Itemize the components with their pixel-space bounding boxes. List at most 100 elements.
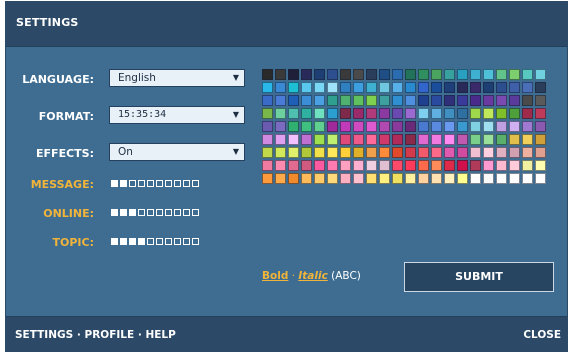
color-swatch[interactable]	[496, 134, 507, 145]
meter-segment[interactable]	[138, 180, 145, 187]
color-swatch[interactable]	[366, 121, 377, 132]
color-swatch[interactable]	[301, 108, 312, 119]
color-swatch[interactable]	[483, 108, 494, 119]
color-swatch[interactable]	[340, 134, 351, 145]
color-swatch[interactable]	[288, 121, 299, 132]
color-swatch[interactable]	[444, 147, 455, 158]
color-swatch[interactable]	[509, 108, 520, 119]
color-swatch[interactable]	[405, 69, 416, 80]
color-swatch[interactable]	[353, 134, 364, 145]
color-swatch[interactable]	[314, 147, 325, 158]
meter-segment[interactable]	[183, 180, 190, 187]
color-swatch[interactable]	[535, 134, 546, 145]
color-swatch[interactable]	[418, 121, 429, 132]
color-swatch[interactable]	[470, 82, 481, 93]
color-swatch[interactable]	[509, 160, 520, 171]
color-swatch[interactable]	[340, 160, 351, 171]
color-swatch[interactable]	[470, 95, 481, 106]
color-swatch[interactable]	[327, 108, 338, 119]
meter-segment[interactable]	[174, 209, 181, 216]
color-swatch[interactable]	[470, 108, 481, 119]
color-swatch[interactable]	[327, 95, 338, 106]
color-swatch[interactable]	[444, 160, 455, 171]
color-swatch[interactable]	[535, 121, 546, 132]
color-swatch[interactable]	[535, 82, 546, 93]
color-swatch[interactable]	[444, 95, 455, 106]
color-swatch[interactable]	[509, 134, 520, 145]
color-swatch[interactable]	[431, 108, 442, 119]
italic-link[interactable]: Italic	[298, 270, 327, 282]
color-swatch[interactable]	[496, 121, 507, 132]
color-swatch[interactable]	[288, 134, 299, 145]
color-swatch[interactable]	[353, 121, 364, 132]
color-swatch[interactable]	[340, 147, 351, 158]
color-swatch[interactable]	[496, 160, 507, 171]
color-swatch[interactable]	[327, 82, 338, 93]
color-swatch[interactable]	[509, 82, 520, 93]
color-swatch[interactable]	[457, 147, 468, 158]
meter-segment[interactable]	[147, 209, 154, 216]
color-swatch[interactable]	[327, 121, 338, 132]
color-swatch[interactable]	[509, 147, 520, 158]
meter-segment[interactable]	[138, 209, 145, 216]
color-swatch[interactable]	[418, 108, 429, 119]
color-swatch[interactable]	[353, 82, 364, 93]
color-swatch[interactable]	[522, 121, 533, 132]
format-select[interactable]: 15:35:34 ▼	[109, 106, 245, 124]
color-swatch[interactable]	[405, 160, 416, 171]
color-swatch[interactable]	[431, 160, 442, 171]
bold-link[interactable]: Bold	[262, 270, 288, 282]
color-swatch[interactable]	[379, 82, 390, 93]
color-swatch[interactable]	[418, 82, 429, 93]
color-swatch[interactable]	[262, 108, 273, 119]
color-swatch[interactable]	[418, 134, 429, 145]
color-swatch[interactable]	[275, 95, 286, 106]
color-swatch[interactable]	[379, 108, 390, 119]
color-swatch[interactable]	[366, 108, 377, 119]
color-swatch[interactable]	[340, 121, 351, 132]
color-swatch[interactable]	[301, 173, 312, 184]
color-swatch[interactable]	[353, 173, 364, 184]
footer-profile-link[interactable]: PROFILE	[85, 329, 135, 341]
color-swatch[interactable]	[366, 69, 377, 80]
meter-segment[interactable]	[165, 209, 172, 216]
meter-segment[interactable]	[156, 238, 163, 245]
color-swatch[interactable]	[327, 134, 338, 145]
color-swatch[interactable]	[483, 147, 494, 158]
color-swatch[interactable]	[496, 82, 507, 93]
color-swatch[interactable]	[418, 69, 429, 80]
color-swatch[interactable]	[522, 134, 533, 145]
color-swatch[interactable]	[496, 69, 507, 80]
color-swatch[interactable]	[288, 160, 299, 171]
color-swatch[interactable]	[457, 95, 468, 106]
color-swatch[interactable]	[405, 134, 416, 145]
color-swatch[interactable]	[262, 134, 273, 145]
meter-segment[interactable]	[129, 209, 136, 216]
color-swatch[interactable]	[431, 82, 442, 93]
color-swatch[interactable]	[509, 121, 520, 132]
color-swatch[interactable]	[314, 95, 325, 106]
color-swatch[interactable]	[275, 160, 286, 171]
color-swatch[interactable]	[431, 147, 442, 158]
color-swatch[interactable]	[431, 173, 442, 184]
color-swatch[interactable]	[392, 121, 403, 132]
color-swatch[interactable]	[522, 108, 533, 119]
color-swatch[interactable]	[457, 160, 468, 171]
color-swatch[interactable]	[405, 108, 416, 119]
color-swatch[interactable]	[288, 108, 299, 119]
color-swatch[interactable]	[366, 134, 377, 145]
color-swatch[interactable]	[431, 121, 442, 132]
color-swatch[interactable]	[444, 108, 455, 119]
color-swatch[interactable]	[301, 160, 312, 171]
color-swatch[interactable]	[392, 147, 403, 158]
color-swatch[interactable]	[392, 69, 403, 80]
footer-help-link[interactable]: HELP	[145, 329, 175, 341]
color-swatch[interactable]	[314, 173, 325, 184]
color-swatch[interactable]	[288, 69, 299, 80]
footer-settings-link[interactable]: SETTINGS	[15, 329, 73, 341]
color-swatch[interactable]	[262, 95, 273, 106]
color-swatch[interactable]	[457, 173, 468, 184]
color-swatch[interactable]	[431, 95, 442, 106]
topic-meter[interactable]	[111, 238, 199, 245]
color-swatch[interactable]	[405, 82, 416, 93]
